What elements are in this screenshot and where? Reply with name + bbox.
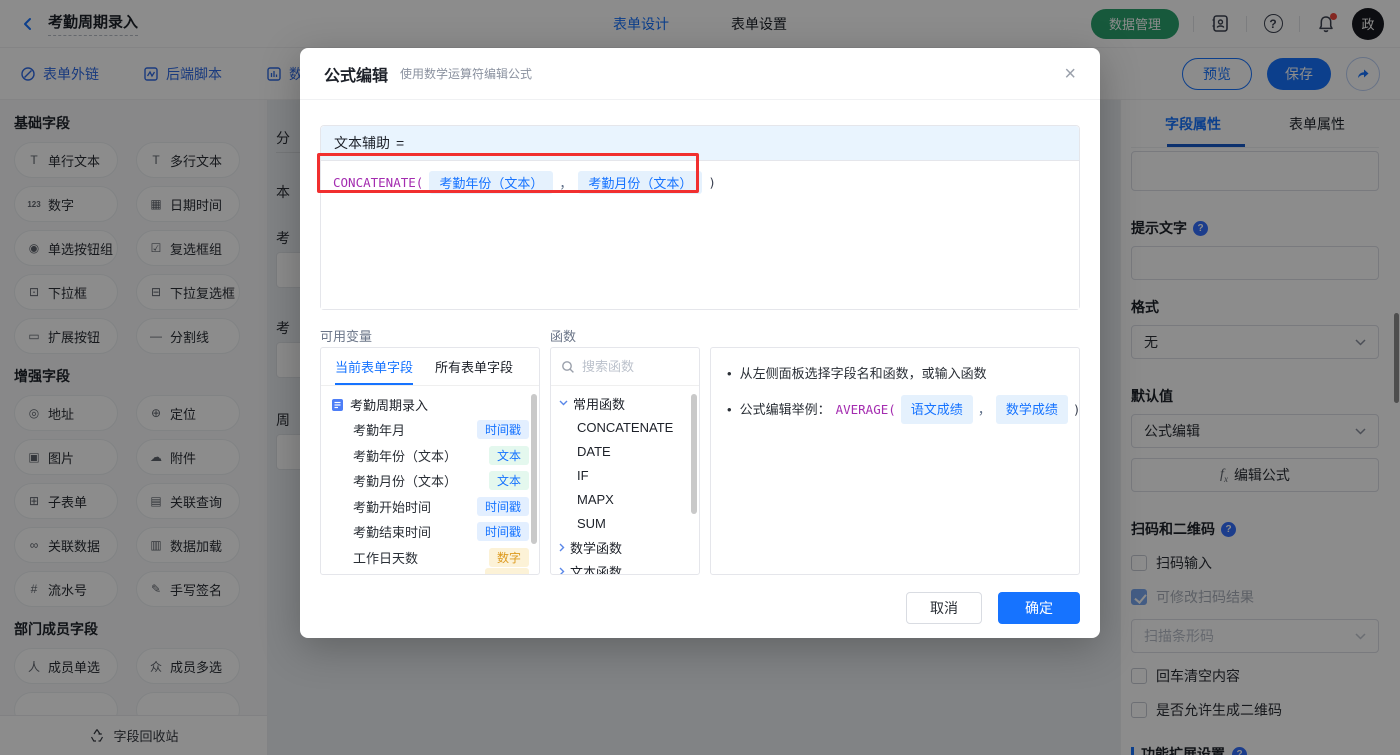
variable-row[interactable]: 工作日天数 数字 [331, 545, 529, 571]
type-badge: 文本 [488, 445, 529, 465]
variable-row[interactable]: 考勤开始时间 时间戳 [331, 494, 529, 520]
tip-line-2: • 公式编辑举例： AVERAGE( 语文成绩 ， 数学成绩 ) [727, 395, 1079, 424]
tip-line-1: • 从左侧面板选择字段名和函数，或输入函数 [727, 361, 1063, 386]
modal-footer: 取消 确定 [906, 592, 1080, 624]
function-group-common[interactable]: 常用函数 [559, 391, 691, 415]
tip-text: 从左侧面板选择字段名和函数，或输入函数 [739, 366, 987, 381]
formula-editor-modal: 公式编辑 使用数学运算符编辑公式 × 文本辅助 = CONCATENATE( 考… [300, 48, 1100, 638]
type-badge: 文本 [488, 471, 529, 491]
scrollbar-thumb[interactable] [531, 394, 537, 544]
type-badge: 时间戳 [476, 420, 529, 440]
search-icon [561, 360, 575, 374]
modal-subtitle: 使用数学运算符编辑公式 [400, 67, 533, 81]
function-tree: 常用函数 CONCATENATE DATE IF MAPX SUM 数学函数 文… [551, 386, 699, 575]
function-search [551, 348, 699, 386]
chevron-down-icon [559, 400, 568, 406]
variables-tabs: 当前表单字段 所有表单字段 [321, 348, 539, 386]
variable-row[interactable]: 考勤年月 时间戳 [331, 417, 529, 443]
close-icon[interactable]: × [1064, 64, 1076, 84]
separator-token: ， [559, 176, 573, 191]
formula-editor: 文本辅助 = CONCATENATE( 考勤年份（文本） ， 考勤月份（文本） … [317, 125, 1080, 310]
function-token: AVERAGE( [835, 402, 896, 417]
tab-current-form-fields[interactable]: 当前表单字段 [335, 348, 414, 385]
function-group-text[interactable]: 文本函数 [559, 559, 691, 575]
variable-row[interactable]: 考勤结束时间 时间戳 [331, 519, 529, 545]
variable-chip[interactable]: 考勤月份（文本） [578, 171, 703, 194]
scrollbar-thumb[interactable] [691, 394, 697, 514]
example-chip: 数学成绩 [995, 395, 1068, 424]
app-root: 考勤周期录入 表单设计 表单设置 数据管理 ? 政 表单外链 后端脚本 预览 保… [0, 0, 1400, 755]
tip-prefix: 公式编辑举例： [739, 402, 831, 417]
tips-panel: • 从左侧面板选择字段名和函数，或输入函数 • 公式编辑举例： AVERAGE(… [710, 347, 1080, 575]
close-paren-token: ) [1072, 402, 1080, 417]
close-paren-token: ) [708, 175, 716, 190]
type-badge: 时间戳 [476, 522, 529, 542]
functions-panel: 常用函数 CONCATENATE DATE IF MAPX SUM 数学函数 文… [550, 347, 700, 575]
bullet: • [727, 402, 732, 417]
formula-target-label: 文本辅助 [334, 135, 390, 151]
function-item-mapx[interactable]: MAPX [559, 487, 691, 511]
formula-target-bar: 文本辅助 = [321, 126, 1079, 161]
variables-root-node[interactable]: 考勤周期录入 [331, 392, 529, 417]
equals-sign: = [396, 135, 405, 151]
example-chip: 语文成绩 [900, 395, 973, 424]
function-item-if[interactable]: IF [559, 463, 691, 487]
search-input[interactable] [582, 359, 682, 374]
function-item-sum[interactable]: SUM [559, 511, 691, 535]
partial-badge [485, 568, 529, 574]
formula-input-area[interactable]: CONCATENATE( 考勤年份（文本） ， 考勤月份（文本） ) [317, 153, 1079, 309]
function-item-date[interactable]: DATE [559, 439, 691, 463]
bullet: • [727, 366, 732, 381]
tab-all-form-fields[interactable]: 所有表单字段 [435, 348, 513, 385]
document-icon [331, 398, 344, 412]
chevron-right-icon [559, 543, 565, 552]
variables-panel-label: 可用变量 [320, 329, 373, 344]
cancel-button[interactable]: 取消 [906, 592, 982, 624]
chevron-right-icon [559, 567, 565, 574]
variable-row[interactable]: 考勤月份（文本） 文本 [331, 468, 529, 494]
confirm-button[interactable]: 确定 [998, 592, 1080, 624]
formula-expression: CONCATENATE( 考勤年份（文本） ， 考勤月份（文本） ) [333, 171, 1067, 194]
separator-token: ， [977, 402, 991, 417]
function-group-math[interactable]: 数学函数 [559, 535, 691, 559]
tip-formula-example: 公式编辑举例： AVERAGE( 语文成绩 ， 数学成绩 ) [739, 395, 1080, 424]
variable-row[interactable]: 考勤年份（文本） 文本 [331, 443, 529, 469]
group-label: 数学函数 [570, 540, 623, 556]
function-token: CONCATENATE( [333, 175, 424, 190]
type-badge: 时间戳 [476, 496, 529, 516]
type-badge: 数字 [488, 547, 529, 567]
group-label: 常用函数 [573, 396, 626, 412]
root-label: 考勤周期录入 [350, 398, 429, 413]
variable-chip[interactable]: 考勤年份（文本） [429, 171, 554, 194]
group-label: 文本函数 [570, 564, 623, 575]
variables-list: 考勤周期录入 考勤年月 时间戳 考勤年份（文本） 文本 考勤月份（文本） 文本 考勤开… [321, 386, 539, 570]
function-item-concatenate[interactable]: CONCATENATE [559, 415, 691, 439]
modal-title: 公式编辑 [324, 67, 389, 85]
functions-panel-label: 函数 [550, 329, 577, 344]
variables-panel: 当前表单字段 所有表单字段 考勤周期录入 考勤年月 时间戳 考勤年份（文本） 文本 … [320, 347, 540, 575]
modal-header: 公式编辑 使用数学运算符编辑公式 × [300, 48, 1100, 100]
